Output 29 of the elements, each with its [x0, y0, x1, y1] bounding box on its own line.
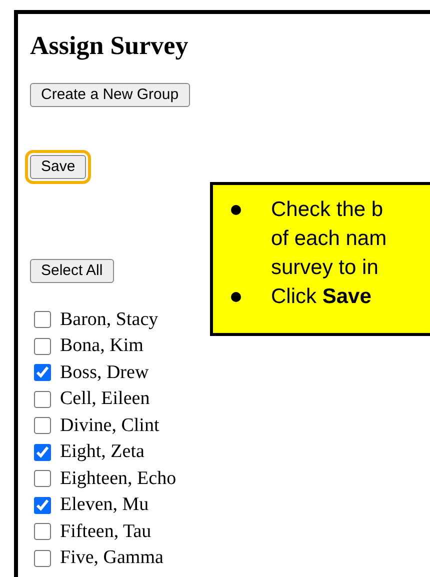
bullet-icon [231, 292, 241, 302]
page-title: Assign Survey [30, 32, 190, 61]
person-name: Eleven, Mu [60, 493, 149, 518]
select-all-button[interactable]: Select All [30, 258, 114, 283]
checkbox[interactable] [34, 444, 51, 461]
person-name: Boss, Drew [60, 360, 149, 385]
checkbox[interactable] [34, 364, 51, 382]
callout-text: Check the b [271, 197, 384, 223]
checkbox[interactable] [34, 311, 51, 328]
person-name: Five, Gamma [60, 546, 164, 570]
person-name: Divine, Clint [60, 414, 160, 438]
bullet-icon [231, 205, 241, 215]
callout-text: of each nam [271, 226, 387, 252]
callout-text: Click Save [271, 284, 372, 310]
checkbox[interactable] [34, 338, 51, 355]
person-name: Baron, Stacy [60, 308, 158, 332]
checkbox[interactable] [34, 523, 51, 540]
checkbox[interactable] [34, 496, 51, 514]
person-name: Cell, Eileen [60, 387, 150, 412]
checkbox[interactable] [34, 550, 51, 567]
person-name: Fifteen, Tau [60, 520, 152, 544]
person-name: Eight, Zeta [60, 440, 144, 464]
checkbox[interactable] [34, 390, 51, 408]
create-group-button[interactable]: Create a New Group [30, 82, 190, 107]
checkbox[interactable] [34, 470, 51, 488]
person-name: Eighteen, Echo [60, 466, 176, 491]
checkbox[interactable] [34, 417, 51, 434]
person-name: Bona, Kim [60, 334, 144, 358]
callout-text: survey to in [271, 255, 380, 281]
